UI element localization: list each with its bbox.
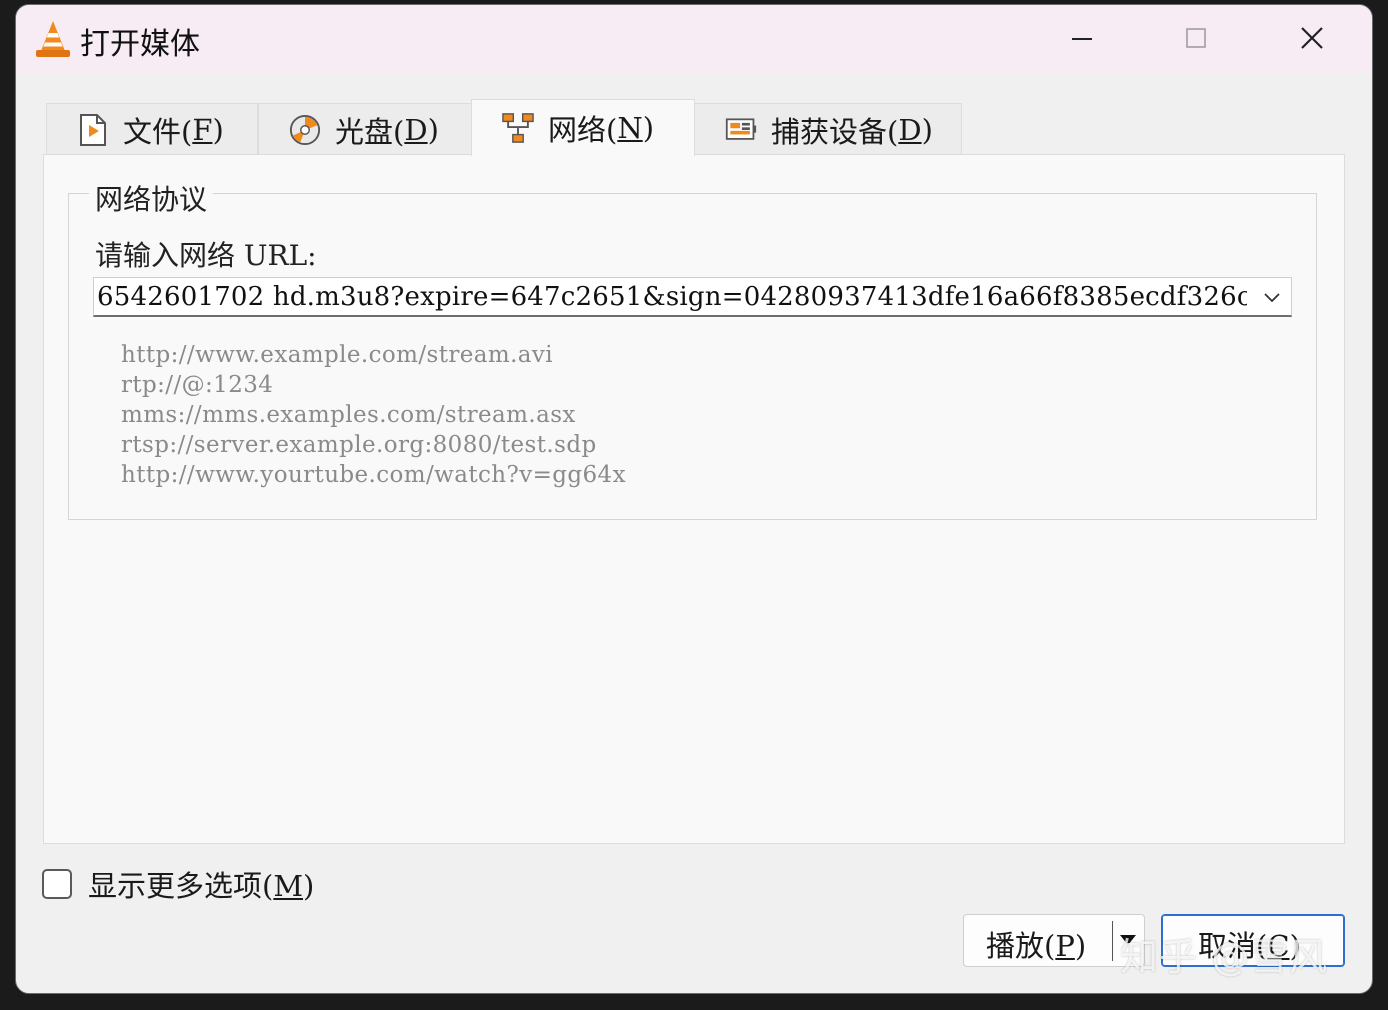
tab-disc-label: 光盘( [335,114,405,149]
tab-capture-label: 捕获设备( [771,114,899,149]
tab-capture-mnemonic: D [898,112,922,147]
open-media-dialog: 打开媒体 文件(F) 光盘(D) 网络(N) 捕获设备(D) 网络… [15,4,1373,994]
url-label: 请输入网络 URL: [95,239,317,272]
tab-capture-device[interactable]: 捕获设备(D) [694,103,962,155]
network-tab-panel: 网络协议 请输入网络 URL: 6542601702 hd.m3u8?expir… [43,154,1345,844]
tab-file-label: 文件( [123,114,193,149]
tab-disc[interactable]: 光盘(D) [258,103,472,155]
tab-network-label: 网络( [548,113,618,147]
show-more-options-label: 显示更多选项(M) [88,869,315,903]
play-button[interactable]: 播放(P) [986,923,1086,965]
tab-network-mnemonic: N [617,111,643,145]
network-protocol-group: 网络协议 请输入网络 URL: 6542601702 hd.m3u8?expir… [68,178,1317,520]
disc-icon [289,114,321,145]
minimize-button[interactable] [1052,15,1112,61]
tab-file-suffix: ) [212,112,224,147]
vlc-cone-icon [36,21,70,57]
tab-network-suffix: ) [642,111,655,145]
example-url: http://www.example.com/stream.avi [121,342,554,368]
title-bar: 打开媒体 [16,5,1372,73]
show-more-options[interactable]: 显示更多选项(M) [42,863,314,905]
tab-bar: 文件(F) 光盘(D) 网络(N) 捕获设备(D) [46,99,1346,156]
window-title: 打开媒体 [80,27,200,62]
minimize-icon [1072,38,1092,40]
capture-device-icon [725,117,757,140]
tab-disc-mnemonic: D [404,112,428,147]
url-examples: http://www.example.com/stream.avi rtp://… [121,340,626,490]
close-button[interactable] [1282,15,1342,61]
maximize-icon [1186,28,1206,48]
split-divider [1112,921,1113,961]
tab-file[interactable]: 文件(F) [46,103,258,155]
url-combobox[interactable]: 6542601702 hd.m3u8?expire=647c2651&sign=… [93,277,1292,317]
tab-disc-suffix: ) [427,112,439,147]
file-play-icon [80,113,106,146]
example-url: mms://mms.examples.com/stream.asx [121,402,576,428]
zhihu-watermark: 知乎 @雪风 [1120,935,1329,979]
chevron-down-icon[interactable] [1263,288,1281,306]
maximize-button[interactable] [1166,15,1226,61]
play-split-button[interactable]: 播放(P) [963,914,1145,967]
tab-capture-suffix: ) [921,112,933,147]
group-title: 网络协议 [89,178,214,218]
example-url: rtsp://server.example.org:8080/test.sdp [121,432,597,458]
close-icon [1301,27,1323,49]
show-more-options-checkbox[interactable] [42,869,72,899]
example-url: rtp://@:1234 [121,372,274,398]
tab-file-mnemonic: F [192,112,213,147]
example-url: http://www.yourtube.com/watch?v=gg64x [121,462,626,488]
url-input[interactable]: 6542601702 hd.m3u8?expire=647c2651&sign=… [97,282,1247,312]
tab-network[interactable]: 网络(N) [471,99,695,156]
network-icon [502,113,534,143]
